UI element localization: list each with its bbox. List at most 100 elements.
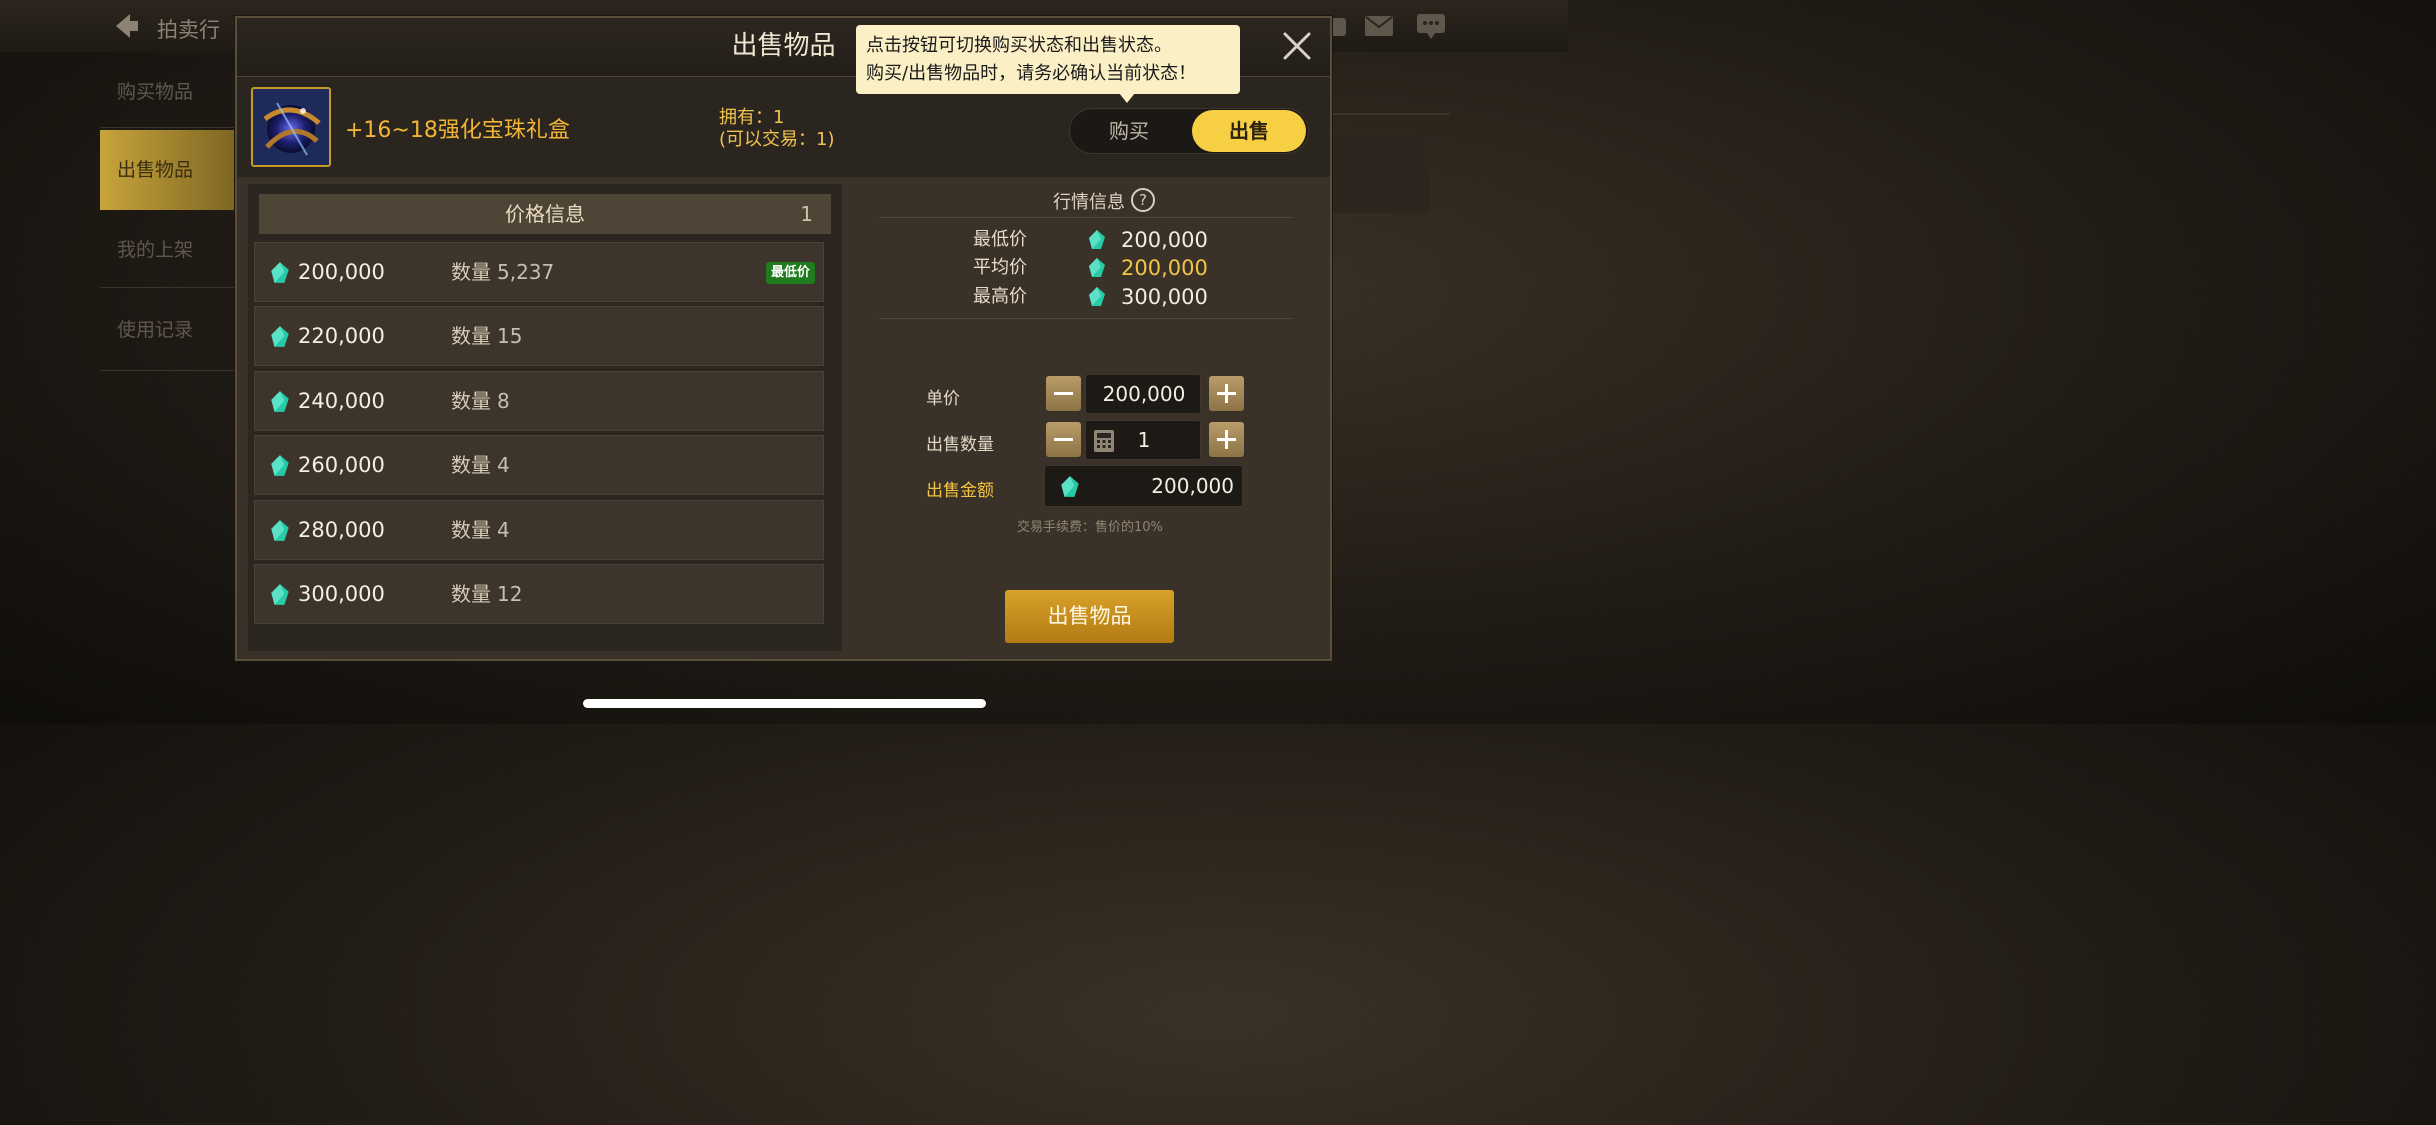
sell-total-label: 出售金额 xyxy=(926,481,994,501)
mail-icon[interactable] xyxy=(1363,12,1395,40)
owned-label: 拥有：1 xyxy=(719,107,785,128)
price-value: 200,000 xyxy=(298,260,385,284)
market-avg-row: 平均价 200,000 xyxy=(973,254,1273,282)
lowest-price-badge: 最低价 xyxy=(765,262,815,284)
tooltip-line-1: 点击按钮可切换购买状态和出售状态。 xyxy=(866,35,1172,56)
close-icon[interactable] xyxy=(1279,28,1315,64)
quantity-value: 5,237 xyxy=(497,260,555,284)
price-row[interactable]: 200,000 数量 5,237 最低价 xyxy=(254,242,824,302)
gem-icon xyxy=(271,390,289,412)
buy-sell-toggle[interactable]: 购买 出售 xyxy=(1069,108,1309,154)
fee-note: 交易手续费：售价的10% xyxy=(1017,520,1163,535)
price-row[interactable]: 240,000 数量 8 xyxy=(254,370,824,431)
sidebar-item-sell[interactable]: 出售物品 xyxy=(100,130,235,210)
quantity-value: 15 xyxy=(497,324,523,349)
gem-icon xyxy=(271,326,289,348)
sell-total-value: 200,000 xyxy=(1151,474,1234,498)
tooltip-line-2: 购买/出售物品时，请务必确认当前状态！ xyxy=(866,63,1197,84)
sidebar-item-history[interactable]: 使用记录 xyxy=(100,300,235,360)
tradable-label: (可以交易：1) xyxy=(719,129,835,150)
unit-price-label: 单价 xyxy=(926,389,960,409)
mode-tooltip: 点击按钮可切换购买状态和出售状态。 购买/出售物品时，请务必确认当前状态！ xyxy=(856,25,1240,94)
quantity-label: 数量 xyxy=(451,260,491,284)
chat-icon[interactable] xyxy=(1415,12,1447,40)
sell-toggle-option[interactable]: 出售 xyxy=(1192,110,1306,152)
market-info-title: 行情信息 xyxy=(1053,192,1125,213)
auction-title: 拍卖行 xyxy=(157,18,220,42)
orb-gift-box-icon xyxy=(253,89,329,165)
price-info-panel: 价格信息 1 200,000 数量 5,237 最低价 220,000 数量 15 240,0… xyxy=(248,184,842,651)
quantity-label: 数量 xyxy=(451,517,491,542)
market-min-row: 最低价 200,000 xyxy=(973,226,1273,254)
page-number: 1 xyxy=(800,202,813,226)
quantity: 数量 12 xyxy=(451,565,522,623)
quantity-minus-button[interactable] xyxy=(1046,422,1081,457)
quantity-label: 数量 xyxy=(451,453,491,478)
price-value: 220,000 xyxy=(298,324,385,349)
divider xyxy=(100,370,235,371)
price-info-header: 价格信息 1 xyxy=(259,194,831,234)
sell-item-button[interactable]: 出售物品 xyxy=(1005,590,1174,643)
gem-icon xyxy=(1061,476,1079,497)
price-value: 280,000 xyxy=(298,517,385,542)
quantity-label: 数量 xyxy=(451,582,491,606)
quantity-value: 1 xyxy=(1137,428,1151,452)
price-row[interactable]: 220,000 数量 15 xyxy=(254,306,824,367)
avg-price-value: 200,000 xyxy=(1121,256,1208,280)
sell-total-field: 200,000 xyxy=(1044,465,1243,507)
svg-text:?: ? xyxy=(1139,191,1147,209)
unit-price-field[interactable]: 200,000 xyxy=(1085,374,1201,414)
divider xyxy=(879,318,1294,319)
divider xyxy=(100,287,235,288)
max-price-label: 最高价 xyxy=(973,286,1027,307)
owned-count: 拥有：1 (可以交易：1) xyxy=(719,107,835,151)
price-value: 260,000 xyxy=(298,453,385,478)
quantity: 数量 5,237 xyxy=(451,243,554,301)
buy-toggle-option[interactable]: 购买 xyxy=(1072,110,1186,152)
quantity: 数量 15 xyxy=(451,307,522,365)
gem-icon xyxy=(271,519,289,541)
quantity-value: 12 xyxy=(497,582,523,606)
gem-icon xyxy=(271,262,289,283)
home-indicator[interactable] xyxy=(583,699,986,708)
quantity-plus-button[interactable] xyxy=(1209,422,1244,457)
unit-price-minus-button[interactable] xyxy=(1046,376,1081,411)
gem-icon xyxy=(1089,287,1105,306)
background-panel xyxy=(1330,135,1430,213)
item-thumbnail xyxy=(251,87,331,167)
quantity: 数量 4 xyxy=(451,501,510,559)
gem-icon xyxy=(271,455,289,477)
divider xyxy=(879,217,1294,218)
tooltip-tail xyxy=(1119,93,1135,103)
avg-price-label: 平均价 xyxy=(973,257,1027,278)
sell-quantity-label: 出售数量 xyxy=(926,435,994,455)
quantity-label: 数量 xyxy=(451,324,491,349)
quantity-field[interactable]: 1 xyxy=(1085,420,1201,460)
price-row[interactable]: 260,000 数量 4 xyxy=(254,435,824,496)
quantity-label: 数量 xyxy=(451,388,491,413)
min-price-value: 200,000 xyxy=(1121,228,1208,252)
quantity: 数量 8 xyxy=(451,372,510,430)
min-price-label: 最低价 xyxy=(973,229,1027,250)
price-row[interactable]: 280,000 数量 4 xyxy=(254,499,824,560)
sell-item-dialog: 出售物品 +16~18强化宝珠礼盒 拥有：1 (可以交易：1) 购买 出售 价格… xyxy=(235,16,1332,661)
unit-price-value: 200,000 xyxy=(1102,382,1186,406)
market-max-row: 最高价 300,000 xyxy=(973,283,1273,311)
price-value: 240,000 xyxy=(298,388,385,413)
price-value: 300,000 xyxy=(298,582,385,606)
gem-icon xyxy=(1089,230,1105,249)
item-name: +16~18强化宝珠礼盒 xyxy=(345,118,570,143)
quantity: 数量 4 xyxy=(451,436,510,494)
unit-price-plus-button[interactable] xyxy=(1209,376,1244,411)
quantity-value: 4 xyxy=(497,517,510,542)
quantity-value: 4 xyxy=(497,453,510,478)
sidebar-item-my-listings[interactable]: 我的上架 xyxy=(100,220,235,280)
divider xyxy=(100,127,235,128)
price-info-title: 价格信息 xyxy=(505,202,585,226)
gem-icon xyxy=(271,584,289,605)
divider xyxy=(1330,113,1450,115)
price-row[interactable]: 300,000 数量 12 xyxy=(254,564,824,624)
sidebar-item-buy[interactable]: 购买物品 xyxy=(100,62,235,122)
help-icon[interactable]: ? xyxy=(1130,187,1156,213)
back-arrow-icon[interactable] xyxy=(110,10,142,42)
